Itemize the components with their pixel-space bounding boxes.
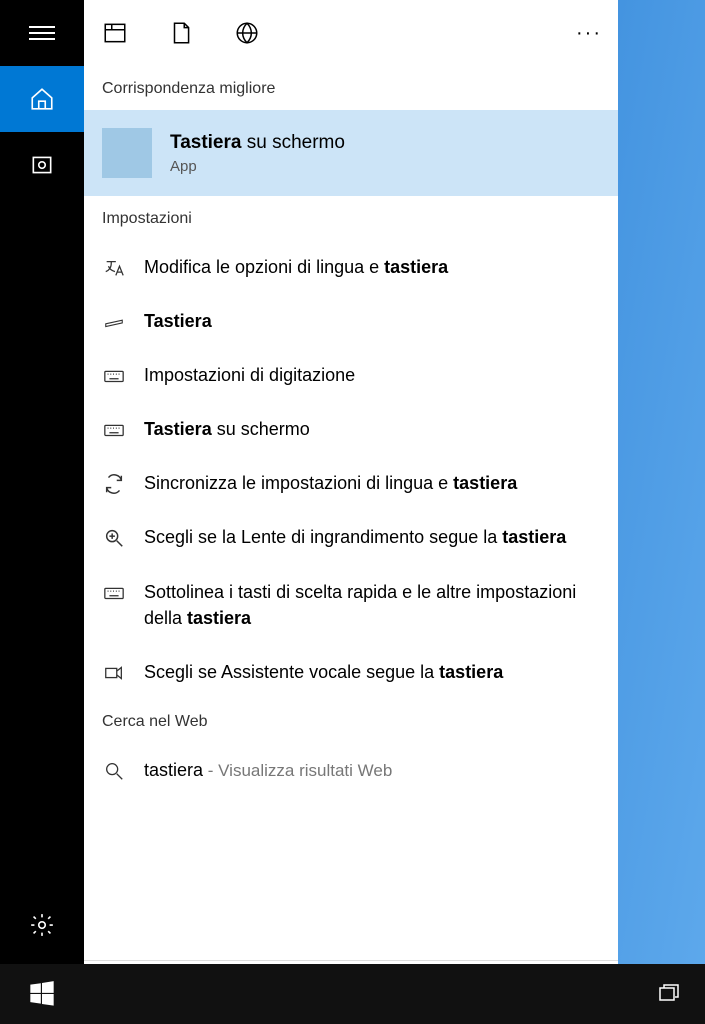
settings-header: Impostazioni (84, 196, 618, 240)
search-results-panel: ··· Corrispondenza migliore Tastiera su … (84, 0, 618, 1024)
task-view-icon (657, 982, 681, 1006)
web-header: Cerca nel Web (84, 699, 618, 743)
result-label: Scegli se la Lente di ingrandimento segu… (144, 524, 566, 550)
web-result[interactable]: tastiera - Visualizza risultati Web (84, 743, 618, 798)
task-view-button[interactable] (633, 964, 705, 1024)
settings-result[interactable]: Sincronizza le impostazioni di lingua e … (84, 456, 618, 510)
result-label: Scegli se Assistente vocale segue la tas… (144, 659, 503, 685)
rail-apps[interactable] (0, 132, 84, 198)
magnify-plus-icon (103, 527, 125, 549)
result-label: Tastiera (144, 308, 212, 334)
result-label: Sottolinea i tasti di scelta rapida e le… (144, 579, 600, 631)
keyboard-icon (103, 419, 125, 441)
best-match-title: Tastiera su schermo (170, 132, 345, 154)
keyboard-icon (103, 582, 125, 604)
best-match-result[interactable]: Tastiera su schermo App (84, 110, 618, 196)
app-tile-icon (102, 128, 152, 178)
settings-result[interactable]: Scegli se Assistente vocale segue la tas… (84, 645, 618, 699)
settings-result[interactable]: Scegli se la Lente di ingrandimento segu… (84, 510, 618, 564)
filter-header: ··· (84, 0, 618, 66)
rail-home[interactable] (0, 66, 84, 132)
document-icon (168, 20, 194, 46)
globe-icon (234, 20, 260, 46)
settings-result[interactable]: Modifica le opzioni di lingua e tastiera (84, 240, 618, 294)
settings-result[interactable]: Tastiera su schermo (84, 402, 618, 456)
start-button[interactable] (0, 964, 84, 1024)
result-label: Impostazioni di digitazione (144, 362, 355, 388)
settings-result[interactable]: Sottolinea i tasti di scelta rapida e le… (84, 565, 618, 645)
search-icon (103, 760, 125, 782)
apps-icon (29, 152, 55, 178)
sync-icon (103, 473, 125, 495)
narrator-icon (103, 662, 125, 684)
keyboard-icon (103, 365, 125, 387)
start-rail (0, 0, 84, 1024)
filter-web-tab[interactable] (232, 18, 262, 48)
gear-icon (29, 912, 55, 938)
windows-logo-icon (28, 980, 56, 1008)
filter-documents-tab[interactable] (166, 18, 196, 48)
rail-settings[interactable] (0, 892, 84, 958)
more-filters-button[interactable]: ··· (576, 22, 602, 45)
window-icon (102, 20, 128, 46)
home-icon (29, 86, 55, 112)
web-result-label: tastiera - Visualizza risultati Web (144, 757, 392, 784)
language-icon (103, 257, 125, 279)
result-label: Tastiera su schermo (144, 416, 310, 442)
best-match-header: Corrispondenza migliore (84, 66, 618, 110)
hamburger-icon (29, 22, 55, 44)
settings-result[interactable]: Tastiera (84, 294, 618, 348)
settings-result[interactable]: Impostazioni di digitazione (84, 348, 618, 402)
filter-apps-tab[interactable] (100, 18, 130, 48)
best-match-subtitle: App (170, 158, 345, 175)
result-label: Sincronizza le impostazioni di lingua e … (144, 470, 517, 496)
results-content: Corrispondenza migliore Tastiera su sche… (84, 66, 618, 960)
start-search-panel: ··· Corrispondenza migliore Tastiera su … (0, 0, 618, 1024)
keyboard-flat-icon (103, 311, 125, 333)
result-label: Modifica le opzioni di lingua e tastiera (144, 254, 448, 280)
hamburger-button[interactable] (0, 0, 84, 66)
taskbar (0, 964, 705, 1024)
